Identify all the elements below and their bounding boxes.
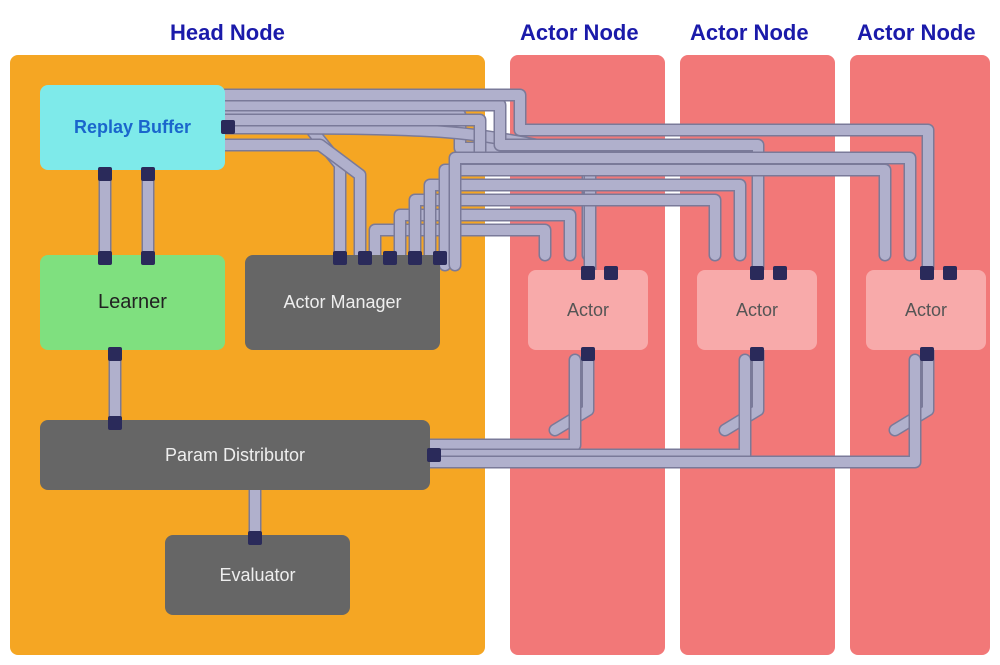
actor-manager-pin-top-1 — [333, 251, 347, 265]
actor-node-3-label: Actor Node — [857, 20, 976, 46]
evaluator-box: Evaluator — [165, 535, 350, 615]
actor-3-label: Actor — [905, 300, 947, 321]
replay-buffer-pin-bottom-left — [98, 167, 112, 181]
actor1-pin-top-right — [604, 266, 618, 280]
actor-2-label: Actor — [736, 300, 778, 321]
param-distributor-box: Param Distributor — [40, 420, 430, 490]
actor-manager-pin-top-4 — [408, 251, 422, 265]
replay-buffer-box: Replay Buffer — [40, 85, 225, 170]
actor-node-2-label: Actor Node — [690, 20, 809, 46]
actor3-pin-bottom — [920, 347, 934, 361]
learner-label: Learner — [98, 291, 167, 314]
diagram-container: Head Node Actor Node Actor Node Actor No… — [0, 0, 1000, 665]
actor2-pin-top-left — [750, 266, 764, 280]
actor3-pin-top-left — [920, 266, 934, 280]
actor-manager-pin-top-5 — [433, 251, 447, 265]
learner-pin-top-right — [141, 251, 155, 265]
actor-1-box: Actor — [528, 270, 648, 350]
head-node-label: Head Node — [170, 20, 285, 46]
learner-pin-bottom — [108, 347, 122, 361]
actor-manager-pin-top-3 — [383, 251, 397, 265]
param-dist-pin-top — [108, 416, 122, 430]
actor1-pin-top-left — [581, 266, 595, 280]
replay-buffer-label: Replay Buffer — [74, 117, 191, 138]
actor-1-label: Actor — [567, 300, 609, 321]
actor-2-box: Actor — [697, 270, 817, 350]
replay-buffer-pin-right — [221, 120, 235, 134]
actor3-pin-top-right — [943, 266, 957, 280]
evaluator-label: Evaluator — [219, 565, 295, 586]
param-distributor-label: Param Distributor — [165, 445, 305, 466]
actor-manager-box: Actor Manager — [245, 255, 440, 350]
replay-buffer-pin-bottom-right — [141, 167, 155, 181]
actor2-pin-bottom — [750, 347, 764, 361]
actor-node-1-label: Actor Node — [520, 20, 639, 46]
actor-3-box: Actor — [866, 270, 986, 350]
param-dist-pin-right — [427, 448, 441, 462]
actor-manager-pin-top-2 — [358, 251, 372, 265]
actor1-pin-bottom — [581, 347, 595, 361]
learner-box: Learner — [40, 255, 225, 350]
actor2-pin-top-right — [773, 266, 787, 280]
evaluator-pin-top — [248, 531, 262, 545]
actor-manager-label: Actor Manager — [283, 292, 401, 313]
learner-pin-top-left — [98, 251, 112, 265]
